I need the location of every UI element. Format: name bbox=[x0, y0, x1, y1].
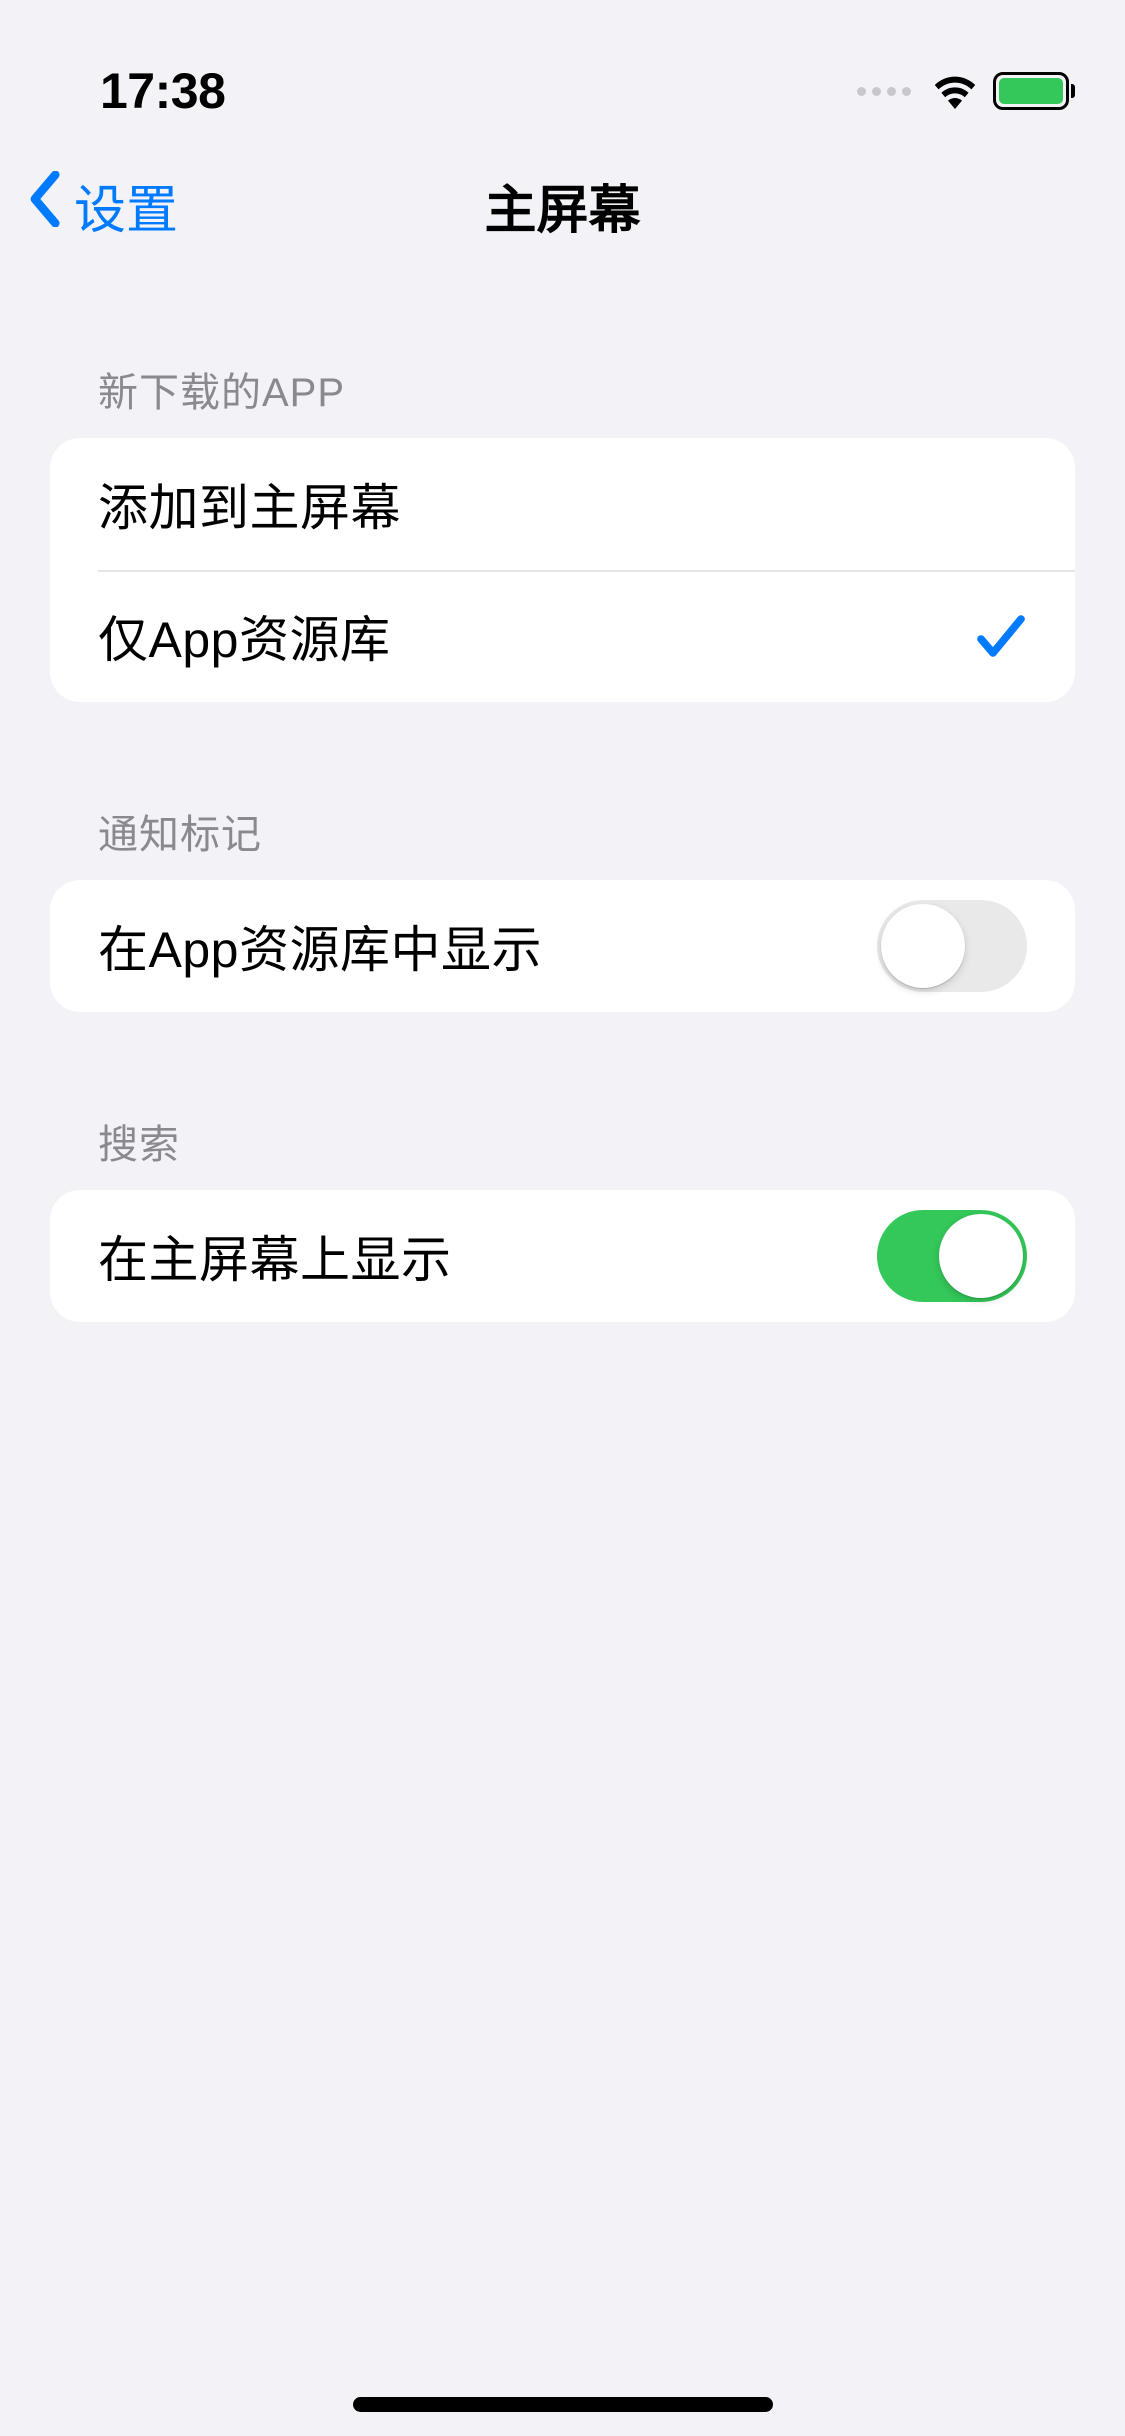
home-indicator[interactable] bbox=[353, 2397, 773, 2412]
signal-dots-icon bbox=[857, 87, 911, 96]
battery-icon bbox=[993, 72, 1075, 110]
option-label: 仅App资源库 bbox=[98, 600, 390, 672]
status-indicators bbox=[857, 72, 1075, 110]
row-show-in-library: 在App资源库中显示 bbox=[50, 880, 1075, 1012]
status-time: 17:38 bbox=[100, 62, 225, 120]
section-search: 搜索 在主屏幕上显示 bbox=[0, 1112, 1125, 1322]
group-search: 在主屏幕上显示 bbox=[50, 1190, 1075, 1322]
group-notification-badges: 在App资源库中显示 bbox=[50, 880, 1075, 1012]
section-header-new-downloads: 新下载的APP bbox=[50, 360, 1075, 438]
option-add-to-home[interactable]: 添加到主屏幕 bbox=[50, 438, 1075, 570]
back-button[interactable]: 设置 bbox=[28, 168, 178, 243]
checkmark-icon bbox=[975, 611, 1027, 661]
status-bar: 17:38 bbox=[0, 0, 1125, 140]
back-label: 设置 bbox=[74, 168, 178, 243]
option-label: 添加到主屏幕 bbox=[98, 468, 401, 540]
section-notification-badges: 通知标记 在App资源库中显示 bbox=[0, 802, 1125, 1012]
section-new-downloads: 新下载的APP 添加到主屏幕 仅App资源库 bbox=[0, 360, 1125, 702]
chevron-left-icon bbox=[28, 171, 64, 240]
section-header-notification-badges: 通知标记 bbox=[50, 802, 1075, 880]
group-new-downloads: 添加到主屏幕 仅App资源库 bbox=[50, 438, 1075, 702]
toggle-show-in-library[interactable] bbox=[877, 900, 1027, 992]
row-label: 在App资源库中显示 bbox=[98, 910, 542, 982]
option-app-library-only[interactable]: 仅App资源库 bbox=[50, 570, 1075, 702]
section-header-search: 搜索 bbox=[50, 1112, 1075, 1190]
toggle-show-on-home[interactable] bbox=[877, 1210, 1027, 1302]
nav-bar: 设置 主屏幕 bbox=[0, 140, 1125, 270]
row-show-on-home: 在主屏幕上显示 bbox=[50, 1190, 1075, 1322]
page-title: 主屏幕 bbox=[484, 168, 640, 243]
row-label: 在主屏幕上显示 bbox=[98, 1220, 452, 1292]
wifi-icon bbox=[931, 73, 979, 109]
